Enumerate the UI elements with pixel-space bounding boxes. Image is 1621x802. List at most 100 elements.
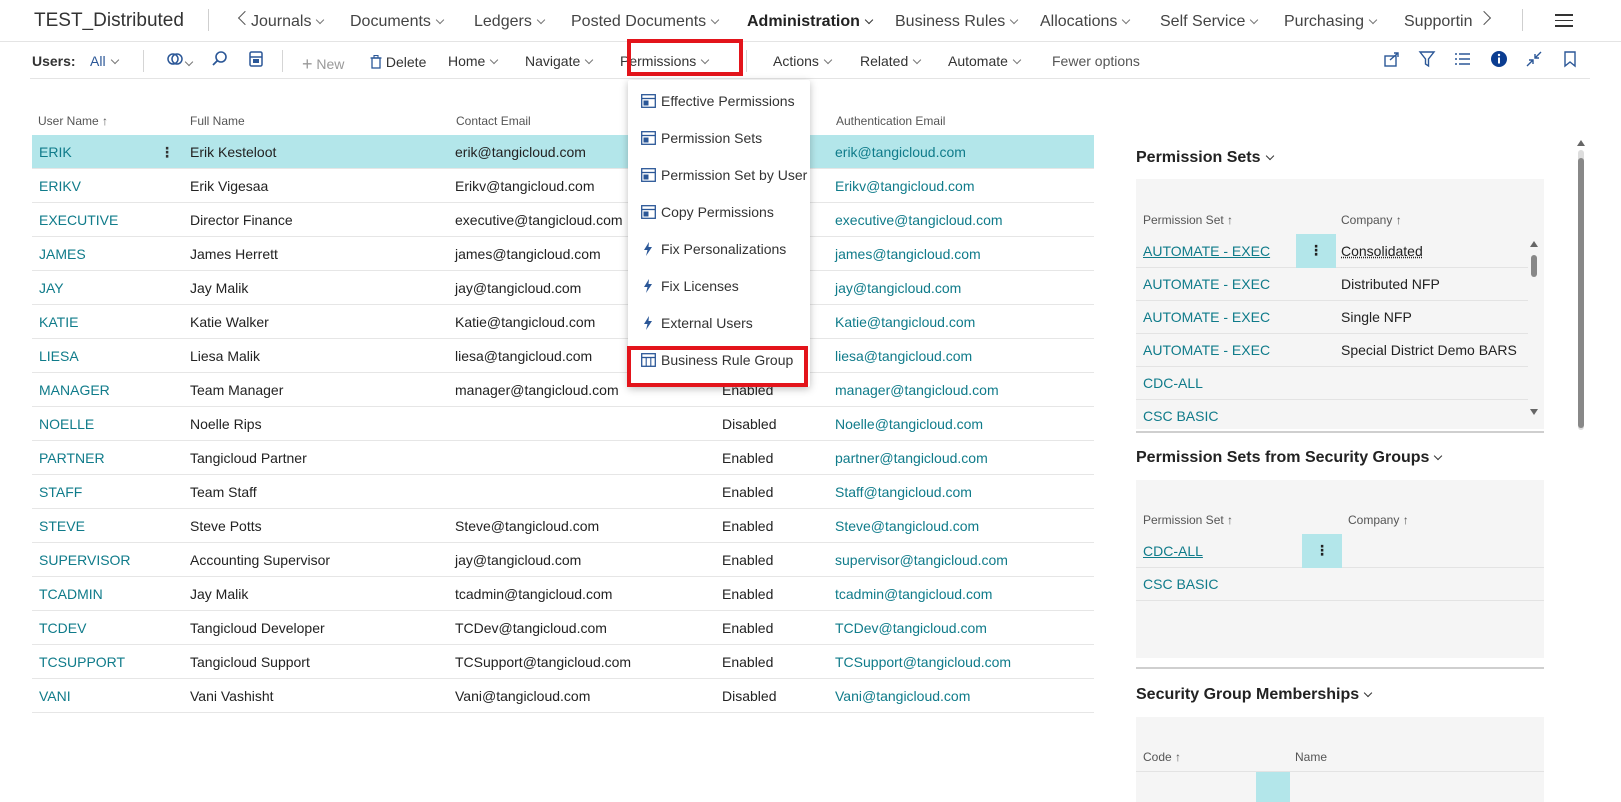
permission-set-cell[interactable]: AUTOMATE - EXEC	[1143, 276, 1270, 292]
col-full-name[interactable]: Full Name	[190, 114, 245, 128]
col-auth-email[interactable]: Authentication Email	[836, 114, 945, 128]
table-row[interactable]: CDC-ALL ⋮	[1136, 534, 1544, 568]
table-row[interactable]: AUTOMATE - EXEC Distributed NFP	[1136, 267, 1528, 301]
auth-email-cell[interactable]: Erikv@tangicloud.com	[835, 178, 975, 194]
user-name-cell[interactable]: EXECUTIVE	[39, 212, 118, 228]
menu-item-fix-personalizations[interactable]: Fix Personalizations	[628, 230, 810, 268]
table-row[interactable]: CDC-ALL	[1136, 366, 1528, 400]
scroll-up-icon[interactable]	[1577, 140, 1585, 146]
auth-email-cell[interactable]: partner@tangicloud.com	[835, 450, 988, 466]
user-name-cell[interactable]: NOELLE	[39, 416, 94, 432]
user-name-cell[interactable]: LIESA	[39, 348, 79, 364]
table-row[interactable]: SUPERVISOR Accounting Supervisor jay@tangi…	[32, 543, 1094, 577]
col-name[interactable]: Name	[1295, 750, 1327, 764]
menu-item-effective-permissions[interactable]: Effective Permissions	[628, 82, 810, 120]
user-name-cell[interactable]: JAMES	[39, 246, 86, 262]
selected-cell[interactable]	[1256, 772, 1290, 802]
user-name-cell[interactable]: STAFF	[39, 484, 82, 500]
permission-set-cell[interactable]: AUTOMATE - EXEC	[1143, 342, 1270, 358]
menu-item-fix-licenses[interactable]: Fix Licenses	[628, 267, 810, 305]
auth-email-cell[interactable]: manager@tangicloud.com	[835, 382, 999, 398]
menu-item-permission-set-by-user[interactable]: Permission Set by User	[628, 156, 810, 194]
permission-sets-title[interactable]: Permission Sets	[1136, 149, 1274, 167]
nav-allocations[interactable]: Allocations	[1040, 13, 1131, 31]
filter-icon[interactable]	[1417, 50, 1437, 70]
factbox-scrollbar[interactable]	[1577, 140, 1585, 430]
table-row[interactable]: JAY Jay Malik jay@tangicloud.com jay@tangic…	[32, 271, 1094, 305]
table-row[interactable]: AUTOMATE - EXEC Consolidated ⋮	[1136, 234, 1528, 268]
company-name[interactable]: TEST_Distributed	[34, 10, 184, 32]
nav-supporting[interactable]: Supporting	[1404, 13, 1472, 31]
filter-select[interactable]: All	[90, 53, 119, 69]
edit-list-icon[interactable]	[246, 50, 266, 70]
col-contact-email[interactable]: Contact Email	[456, 114, 531, 128]
table-row[interactable]: ERIKV Erik Vigesaa Erikv@tangicloud.com Eri…	[32, 169, 1094, 203]
nav-purchasing[interactable]: Purchasing	[1284, 13, 1378, 31]
delete-button[interactable]: Delete	[370, 53, 426, 70]
user-name-cell[interactable]: TCADMIN	[39, 586, 103, 602]
scrollbar-thumb[interactable]	[1531, 255, 1537, 277]
auth-email-cell[interactable]: TCSupport@tangicloud.com	[835, 654, 1011, 670]
table-row[interactable]: CSC BASIC	[1136, 567, 1544, 601]
table-row[interactable]: CSC BASIC	[1136, 399, 1528, 433]
col-permission-set[interactable]: Permission Set ↑	[1143, 213, 1233, 227]
table-row[interactable]: NOELLE Noelle Rips Disabled Noelle@tangiclo…	[32, 407, 1094, 441]
auth-email-cell[interactable]: james@tangicloud.com	[835, 246, 981, 262]
menu-item-permission-sets[interactable]: Permission Sets	[628, 119, 810, 157]
actions-menu[interactable]: Actions	[773, 53, 833, 69]
table-row[interactable]: ERIK Erik Kesteloot erik@tangicloud.com eri…	[32, 135, 1094, 169]
row-actions-icon[interactable]: ⋮	[1296, 234, 1336, 268]
chevron-down-icon[interactable]	[184, 57, 194, 67]
auth-email-cell[interactable]: erik@tangicloud.com	[835, 144, 966, 160]
user-name-cell[interactable]: KATIE	[39, 314, 78, 330]
nav-administration[interactable]: Administration	[747, 13, 874, 31]
table-row[interactable]: STAFF Team Staff Enabled Staff@tangicloud.c…	[32, 475, 1094, 509]
memberships-title[interactable]: Security Group Memberships	[1136, 686, 1373, 704]
row-actions-icon[interactable]: ⋮	[1302, 534, 1342, 568]
table-row[interactable]: MANAGER Team Manager manager@tangicloud.co…	[32, 373, 1094, 407]
scrollbar-thumb[interactable]	[1578, 158, 1584, 428]
auth-email-cell[interactable]: executive@tangicloud.com	[835, 212, 1003, 228]
user-name-cell[interactable]: SUPERVISOR	[39, 552, 131, 568]
nav-self-service[interactable]: Self Service	[1160, 13, 1259, 31]
user-name-cell[interactable]: MANAGER	[39, 382, 110, 398]
user-name-cell[interactable]: ERIK	[39, 144, 72, 160]
permission-set-cell[interactable]: CSC BASIC	[1143, 576, 1218, 592]
auth-email-cell[interactable]: tcadmin@tangicloud.com	[835, 586, 992, 602]
table-row[interactable]: TCSUPPORT Tangicloud Support TCSupport@tan…	[32, 645, 1094, 679]
table-row[interactable]: TCADMIN Jay Malik tcadmin@tangicloud.com En…	[32, 577, 1094, 611]
table-row[interactable]: EXECUTIVE Director Finance executive@tangi…	[32, 203, 1094, 237]
fewer-options-button[interactable]: Fewer options	[1052, 53, 1140, 69]
auth-email-cell[interactable]: Vani@tangicloud.com	[835, 688, 970, 704]
nav-journals[interactable]: Journals	[251, 13, 325, 31]
nav-documents[interactable]: Documents	[350, 13, 445, 31]
nav-posted-documents[interactable]: Posted Documents	[571, 13, 720, 31]
user-name-cell[interactable]: JAY	[39, 280, 64, 296]
auth-email-cell[interactable]: supervisor@tangicloud.com	[835, 552, 1008, 568]
auth-email-cell[interactable]: Steve@tangicloud.com	[835, 518, 979, 534]
table-row[interactable]: AUTOMATE - EXEC Special District Demo BAR…	[1136, 333, 1528, 367]
table-row[interactable]: AUTOMATE - EXEC Single NFP	[1136, 300, 1528, 334]
menu-item-copy-permissions[interactable]: Copy Permissions	[628, 193, 810, 231]
row-actions-icon[interactable]: ⋮	[160, 144, 174, 161]
auth-email-cell[interactable]: TCDev@tangicloud.com	[835, 620, 987, 636]
menu-icon[interactable]	[1555, 14, 1573, 31]
user-name-cell[interactable]: VANI	[39, 688, 71, 704]
col-company[interactable]: Company ↑	[1341, 213, 1402, 227]
col-code[interactable]: Code ↑	[1143, 750, 1181, 764]
col-permission-set[interactable]: Permission Set ↑	[1143, 513, 1233, 527]
auth-email-cell[interactable]: Staff@tangicloud.com	[835, 484, 972, 500]
navigate-menu[interactable]: Navigate	[525, 53, 594, 69]
table-row[interactable]: STEVE Steve Potts Steve@tangicloud.com Enab…	[32, 509, 1094, 543]
menu-item-external-users[interactable]: External Users	[628, 304, 810, 342]
table-row[interactable]: VANI Vani Vashisht Vani@tangicloud.com Disa…	[32, 679, 1094, 713]
table-row[interactable]: JAMES James Herrett james@tangicloud.com ja…	[32, 237, 1094, 271]
nav-ledgers[interactable]: Ledgers	[474, 13, 546, 31]
table-row[interactable]: KATIE Katie Walker Katie@tangicloud.com Kat…	[32, 305, 1094, 339]
scroll-down-icon[interactable]	[1530, 409, 1538, 415]
col-user-name[interactable]: User Name ↑	[38, 114, 108, 128]
home-menu[interactable]: Home	[448, 53, 499, 69]
collapse-icon[interactable]	[1524, 50, 1544, 70]
user-name-cell[interactable]: ERIKV	[39, 178, 81, 194]
user-name-cell[interactable]: STEVE	[39, 518, 85, 534]
